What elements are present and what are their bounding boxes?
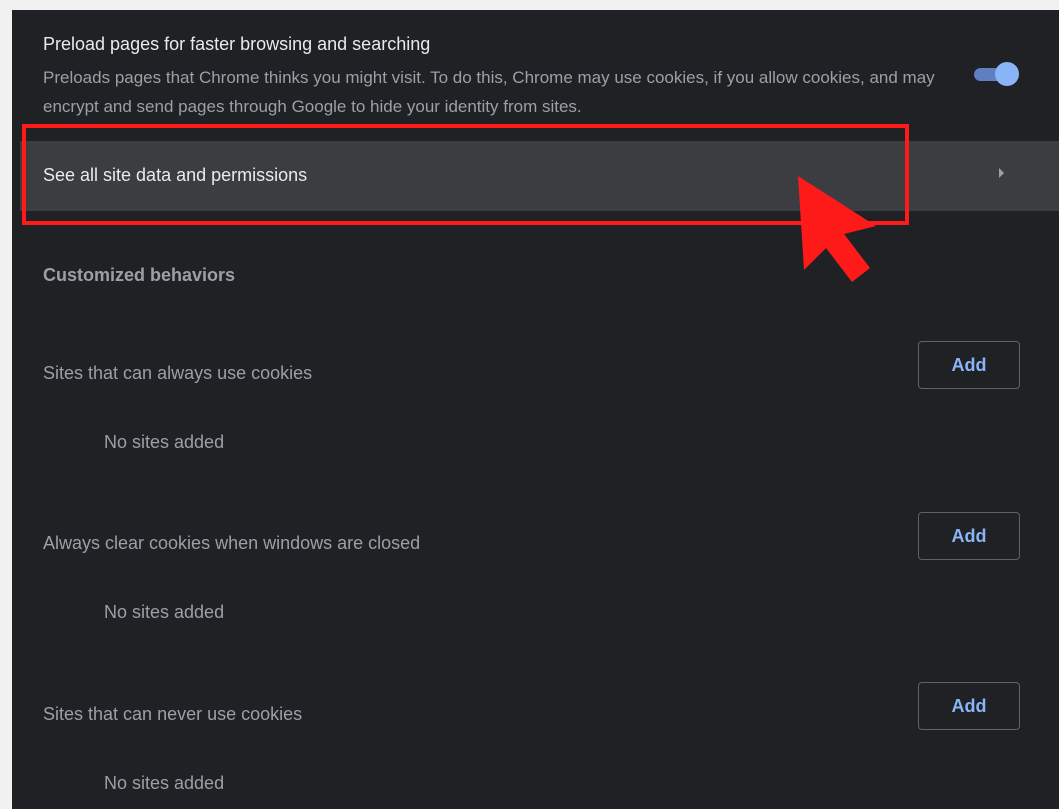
- add-allow-site-button[interactable]: Add: [918, 341, 1020, 389]
- add-clear-on-exit-site-button[interactable]: Add: [918, 512, 1020, 560]
- clear-on-exit-label: Always clear cookies when windows are cl…: [43, 533, 421, 553]
- block-cookies-label: Sites that can never use cookies: [43, 704, 303, 724]
- toggle-knob: [995, 62, 1019, 86]
- block-cookies-empty-text: No sites added: [104, 773, 225, 793]
- preload-toggle[interactable]: [972, 62, 1022, 86]
- customized-behaviors-heading: Customized behaviors: [43, 265, 236, 285]
- see-all-site-data-row[interactable]: See all site data and permissions: [20, 141, 1059, 211]
- allow-cookies-label: Sites that can always use cookies: [43, 363, 313, 383]
- allow-cookies-empty-text: No sites added: [104, 432, 225, 452]
- chevron-right-icon: [999, 168, 1004, 178]
- settings-panel: Preload pages for faster browsing and se…: [12, 10, 1059, 809]
- site-data-label: See all site data and permissions: [43, 165, 308, 185]
- preload-pages-setting[interactable]: Preload pages for faster browsing and se…: [12, 10, 1059, 128]
- add-block-site-button[interactable]: Add: [918, 682, 1020, 730]
- preload-description: Preloads pages that Chrome thinks you mi…: [43, 68, 935, 116]
- clear-on-exit-empty-text: No sites added: [104, 602, 225, 622]
- preload-title: Preload pages for faster browsing and se…: [43, 34, 431, 54]
